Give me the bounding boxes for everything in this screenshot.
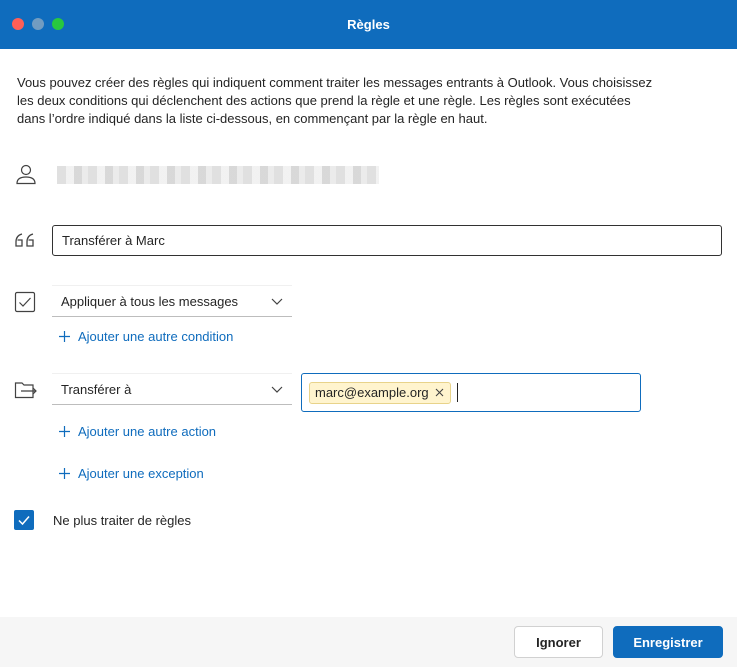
- recipient-chip[interactable]: marc@example.org: [309, 381, 451, 404]
- recipient-input[interactable]: marc@example.org: [301, 373, 641, 412]
- add-action-link[interactable]: Ajouter une autre action: [58, 424, 216, 439]
- action-dropdown[interactable]: Transférer à: [52, 373, 292, 405]
- cancel-button[interactable]: Ignorer: [514, 626, 603, 658]
- add-condition-label: Ajouter une autre condition: [78, 329, 234, 344]
- add-action-label: Ajouter une autre action: [78, 424, 217, 439]
- plus-icon: [59, 468, 70, 479]
- window-title: Règles: [347, 17, 390, 32]
- chevron-down-icon: [271, 386, 283, 393]
- checkbox-outline-icon: [14, 291, 36, 318]
- stop-processing-label[interactable]: Ne plus traiter de règles: [53, 513, 191, 528]
- rule-name-input[interactable]: [52, 225, 722, 256]
- person-icon: [14, 163, 38, 190]
- window-controls: [12, 18, 64, 30]
- close-window-button[interactable]: [12, 18, 24, 30]
- title-bar: Règles: [0, 0, 737, 49]
- text-caret: [456, 383, 458, 402]
- close-icon[interactable]: [435, 388, 444, 397]
- maximize-window-button[interactable]: [52, 18, 64, 30]
- action-dropdown-label: Transférer à: [61, 381, 132, 397]
- forward-folder-icon: [14, 380, 38, 405]
- add-exception-link[interactable]: Ajouter une exception: [58, 466, 204, 481]
- save-button[interactable]: Enregistrer: [613, 626, 723, 658]
- minimize-window-button[interactable]: [32, 18, 44, 30]
- condition-dropdown-label: Appliquer à tous les messages: [61, 293, 239, 309]
- stop-processing-checkbox[interactable]: [14, 510, 34, 530]
- checkmark-icon: [18, 516, 30, 526]
- condition-dropdown[interactable]: Appliquer à tous les messages: [52, 285, 292, 317]
- chevron-down-icon: [271, 298, 283, 305]
- plus-icon: [59, 426, 70, 437]
- add-condition-link[interactable]: Ajouter une autre condition: [58, 329, 233, 344]
- recipient-email: marc@example.org: [315, 385, 429, 400]
- add-exception-label: Ajouter une exception: [78, 466, 204, 481]
- plus-icon: [59, 331, 70, 342]
- quote-icon: [14, 231, 36, 254]
- intro-text: Vous pouvez créer des règles qui indique…: [17, 75, 653, 126]
- account-email-redacted: [57, 166, 379, 184]
